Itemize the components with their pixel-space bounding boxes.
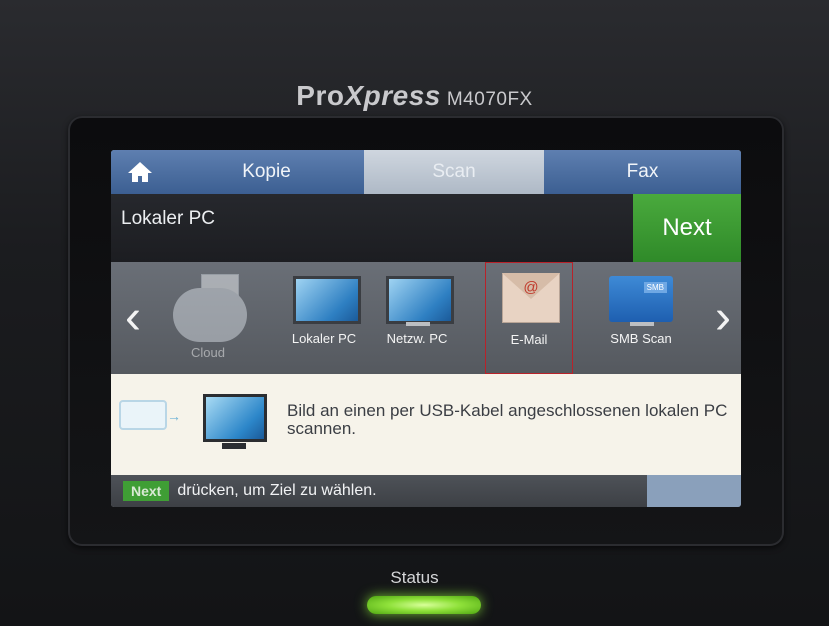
destination-smb-scan[interactable]: SMB SMB Scan [597,262,685,374]
chevron-right-icon[interactable]: › [705,284,741,350]
touch-screen: Kopie Scan Fax Lokaler PC Next ‹ Cloud L… [111,150,741,507]
status-label: Status [390,568,439,587]
destination-label: Lokaler PC [291,331,357,346]
network-stand-icon [406,322,430,326]
chevron-left-icon[interactable]: ‹ [115,284,151,350]
brand-xpress: Xpress [344,80,441,111]
home-button[interactable] [111,150,169,194]
model-name: M4070FX [446,89,533,110]
brand-pro: Pro [296,80,345,111]
title-bar: Lokaler PC Next [111,194,741,262]
monitor-stand-icon [222,443,246,449]
cloud-icon [173,288,247,342]
arrow-right-icon: → [167,408,181,424]
tab-scan[interactable]: Scan [364,150,544,194]
destination-label: SMB Scan [610,331,672,346]
destination-lokaler-pc[interactable]: Lokaler PC [280,262,368,374]
destination-email[interactable]: @ E-Mail [485,262,573,374]
status-bar-right-segment [647,475,741,507]
next-hint-badge: Next [123,481,170,501]
destination-netzw-pc[interactable]: Netzw. PC [373,262,461,374]
destination-label: E-Mail [510,332,548,347]
tab-bar: Kopie Scan Fax [111,150,741,194]
at-symbol: @ [523,279,539,296]
next-button[interactable]: Next [633,194,741,262]
monitor-icon [293,276,361,324]
destination-label: Cloud [191,345,225,360]
info-panel: → Bild an einen per USB-Kabel angeschlos… [111,374,741,475]
info-description: Bild an einen per USB-Kabel angeschlosse… [287,401,728,438]
tab-fax[interactable]: Fax [544,150,741,194]
page-title: Lokaler PC [121,208,215,229]
destination-carousel: ‹ Cloud Lokaler PC Netzw. PC @ E-Mail SM… [111,262,741,374]
folder-stand-icon [630,322,654,326]
home-icon [128,162,152,182]
status-led[interactable] [367,596,481,614]
pc-monitor-icon [203,394,267,442]
status-hint-text: drücken, um Ziel zu wählen. [177,482,377,499]
destination-cloud[interactable]: Cloud [151,262,265,374]
smb-folder-icon: SMB [609,276,673,322]
status-bar: Next drücken, um Ziel zu wählen. [111,475,741,507]
network-monitor-icon [386,276,454,324]
brand-logo: ProXpress M4070FX [0,80,829,112]
tab-kopie[interactable]: Kopie [169,150,364,194]
destination-label: Netzw. PC [386,331,448,346]
scanner-device-icon [119,400,167,430]
smb-tag: SMB [643,282,667,293]
